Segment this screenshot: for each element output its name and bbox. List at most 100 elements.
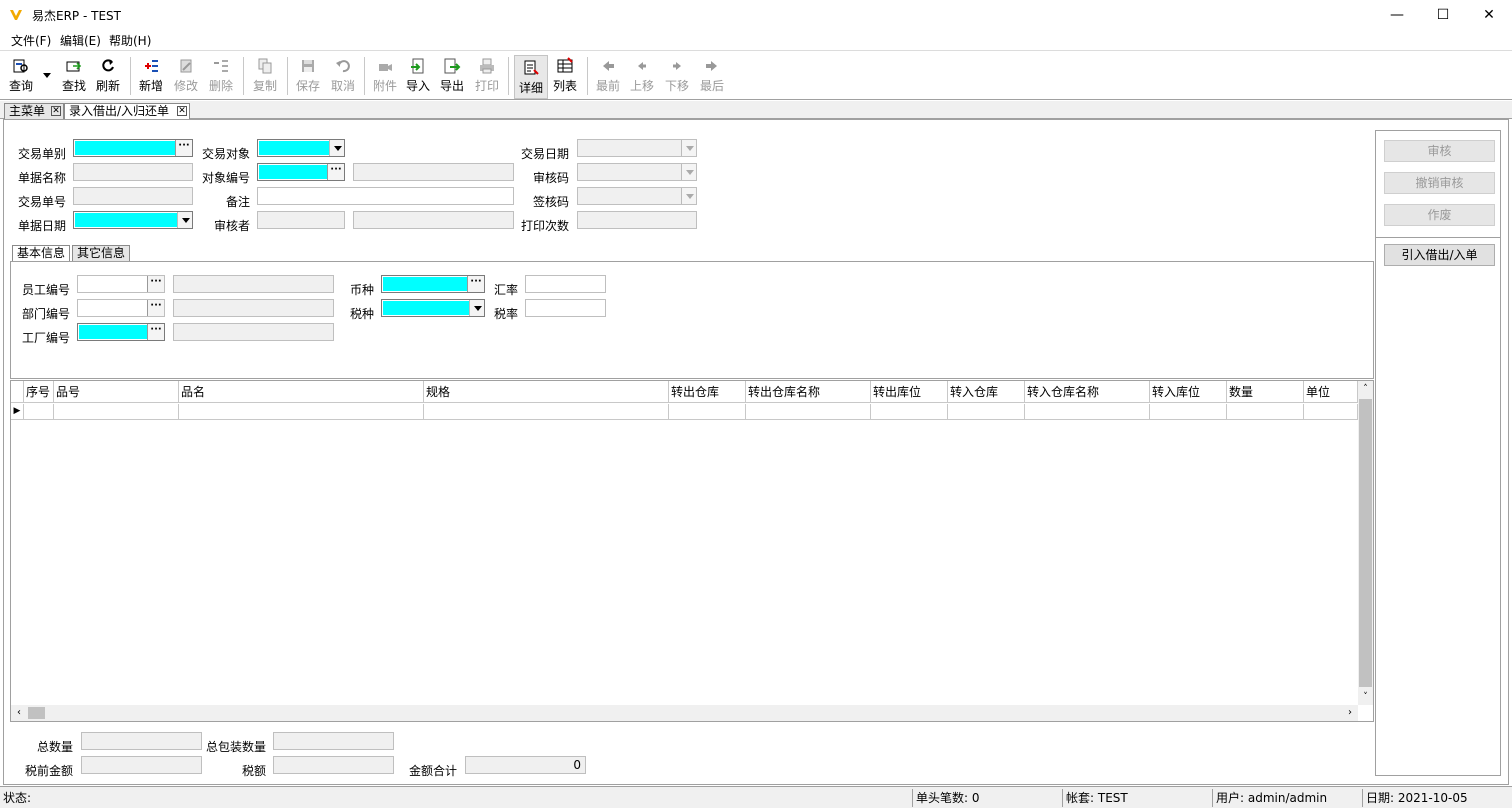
scroll-left-icon[interactable]: ‹ (11, 705, 27, 721)
scroll-right-icon[interactable]: › (1342, 705, 1358, 721)
grid-cell[interactable] (746, 404, 871, 420)
tab-other-info[interactable]: 其它信息 (72, 245, 131, 262)
last-record-button[interactable]: 最后 (698, 57, 726, 97)
col-header-in-wh-name[interactable]: 转入仓库名称 (1025, 381, 1150, 403)
print-count-label: 打印次数 (520, 219, 569, 233)
reviewer-field (257, 211, 345, 229)
target-code-field[interactable]: ··· (257, 163, 345, 181)
horizontal-scroll-thumb[interactable] (28, 707, 45, 719)
grid-cell[interactable] (871, 404, 948, 420)
tax-type-field[interactable] (381, 299, 485, 317)
ellipsis-icon[interactable]: ··· (147, 276, 164, 292)
dept-code-field[interactable]: ··· (77, 299, 165, 317)
currency-field[interactable]: ··· (381, 275, 485, 293)
refresh-button[interactable]: 刷新 (94, 57, 122, 97)
import-button[interactable]: 导入 (404, 57, 432, 97)
trade-type-field[interactable]: ··· (73, 139, 193, 157)
col-header-item-name[interactable]: 品名 (179, 381, 424, 403)
factory-code-field[interactable]: ··· (77, 323, 165, 341)
vertical-scroll-thumb[interactable] (1359, 399, 1372, 687)
detail-button[interactable]: 详细 (514, 55, 548, 99)
grid-cell[interactable] (1025, 404, 1150, 420)
save-button[interactable]: 保存 (294, 57, 322, 97)
cancel-button[interactable]: 取消 (329, 57, 357, 97)
delete-button[interactable]: 删除 (207, 57, 235, 97)
ellipsis-icon[interactable]: ··· (147, 300, 164, 316)
print-button[interactable]: 打印 (473, 57, 501, 97)
tab-basic-info[interactable]: 基本信息 (12, 245, 71, 262)
tax-rate-field[interactable] (525, 299, 606, 317)
printer-icon (480, 58, 494, 74)
find-button[interactable]: 查找 (60, 57, 88, 97)
col-header-in-loc[interactable]: 转入库位 (1150, 381, 1227, 403)
chevron-down-icon[interactable] (469, 300, 484, 316)
col-header-out-wh[interactable]: 转出仓库 (669, 381, 746, 403)
trade-target-field[interactable] (257, 139, 345, 157)
close-icon: ✕ (1483, 7, 1495, 23)
col-header-out-wh-name[interactable]: 转出仓库名称 (746, 381, 871, 403)
tab-lend-return-entry[interactable]: 录入借出/入归还单 ✕ (64, 103, 190, 119)
grid-cell[interactable] (24, 404, 54, 420)
void-button[interactable]: 作废 (1384, 204, 1495, 226)
tab-main-menu[interactable]: 主菜单 ✕ (4, 103, 64, 119)
unapprove-button[interactable]: 撤销审核 (1384, 172, 1495, 194)
import-lend-button[interactable]: 引入借出/入单 (1384, 244, 1495, 266)
minimize-button[interactable]: — (1374, 0, 1420, 30)
query-dropdown-icon[interactable] (42, 71, 52, 79)
grid-cell[interactable] (1150, 404, 1227, 420)
date-info: 日期: 2021-10-05 (1362, 789, 1512, 807)
prev-record-button[interactable]: 上移 (628, 57, 656, 97)
grid-cell[interactable] (179, 404, 424, 420)
ellipsis-icon[interactable]: ··· (327, 164, 344, 180)
exchange-rate-field[interactable] (525, 275, 606, 293)
ellipsis-icon[interactable]: ··· (467, 276, 484, 292)
menu-edit[interactable]: 编辑(E) (60, 32, 101, 49)
horizontal-scrollbar[interactable]: ‹ › (11, 705, 1358, 721)
vertical-scrollbar[interactable]: ˄ ˅ (1358, 381, 1373, 705)
close-tab-icon[interactable]: ✕ (51, 106, 61, 116)
col-header-in-wh[interactable]: 转入仓库 (948, 381, 1025, 403)
grid-cell[interactable] (948, 404, 1025, 420)
col-header-out-loc[interactable]: 转出库位 (871, 381, 948, 403)
grid-cell[interactable] (424, 404, 669, 420)
attach-button[interactable]: 附件 (371, 57, 399, 97)
chevron-down-icon (681, 164, 696, 180)
first-record-button[interactable]: 最前 (594, 57, 622, 97)
detail-grid[interactable]: 序号 品号 品名 规格 转出仓库 转出仓库名称 转出库位 转入仓库 转入仓库名称… (10, 380, 1374, 722)
grid-cell[interactable] (1227, 404, 1304, 420)
col-header-spec[interactable]: 规格 (424, 381, 669, 403)
grid-cell[interactable] (54, 404, 179, 420)
query-button[interactable]: 查询 (6, 57, 36, 97)
col-header-unit[interactable]: 单位 (1304, 381, 1358, 403)
col-header-seq[interactable]: 序号 (24, 381, 54, 403)
emp-code-field[interactable]: ··· (77, 275, 165, 293)
total-pack-qty-label: 总包装数量 (205, 740, 266, 754)
grid-cell[interactable] (669, 404, 746, 420)
scroll-down-icon[interactable]: ˅ (1358, 689, 1373, 705)
next-record-button[interactable]: 下移 (663, 57, 691, 97)
grid-cell[interactable] (1304, 404, 1358, 420)
copy-button[interactable]: 复制 (251, 57, 279, 97)
doc-name-field[interactable] (73, 163, 193, 181)
close-button[interactable]: ✕ (1466, 0, 1512, 30)
col-header-qty[interactable]: 数量 (1227, 381, 1304, 403)
ellipsis-icon[interactable]: ··· (175, 140, 192, 156)
add-button[interactable]: 新增 (137, 57, 165, 97)
approve-button[interactable]: 审核 (1384, 140, 1495, 162)
menu-file[interactable]: 文件(F) (11, 32, 51, 49)
export-button[interactable]: 导出 (438, 57, 466, 97)
total-qty-label: 总数量 (36, 740, 73, 754)
doc-date-field[interactable] (73, 211, 193, 229)
menu-help[interactable]: 帮助(H) (109, 32, 151, 49)
remark-field[interactable] (257, 187, 514, 205)
chevron-down-icon[interactable] (177, 212, 192, 228)
maximize-button[interactable]: ☐ (1420, 0, 1466, 30)
ellipsis-icon[interactable]: ··· (147, 324, 164, 340)
chevron-down-icon[interactable] (329, 140, 344, 156)
col-header-item-no[interactable]: 品号 (54, 381, 179, 403)
close-tab-icon[interactable]: ✕ (177, 106, 187, 116)
list-button[interactable]: 列表 (551, 57, 579, 97)
trade-no-field[interactable] (73, 187, 193, 205)
scroll-up-icon[interactable]: ˄ (1358, 381, 1373, 397)
modify-button[interactable]: 修改 (172, 57, 200, 97)
